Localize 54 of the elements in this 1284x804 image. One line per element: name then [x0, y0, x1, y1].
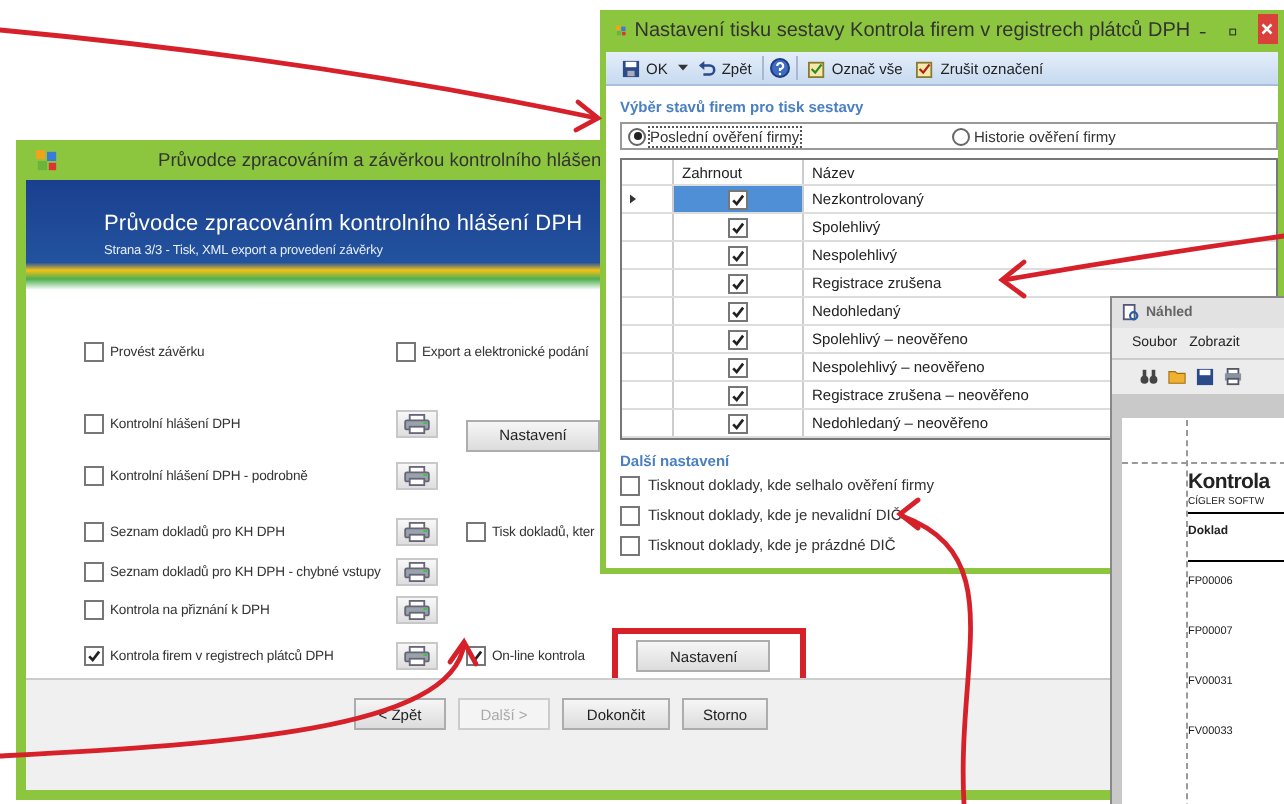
checkbox[interactable] — [728, 413, 748, 433]
checkbox[interactable] — [728, 189, 748, 209]
include-cell[interactable] — [674, 186, 804, 212]
magnifier-page-icon — [1122, 304, 1140, 322]
printer-icon — [404, 522, 430, 542]
report-title: Kontrola — [1188, 470, 1273, 494]
close-button[interactable] — [1257, 14, 1278, 44]
checkbox[interactable] — [728, 217, 748, 237]
checkbox[interactable] — [620, 535, 640, 555]
printer-icon[interactable] — [1224, 368, 1242, 386]
checkmark-icon — [86, 648, 102, 664]
checkbox[interactable] — [84, 342, 104, 362]
print-button[interactable] — [396, 642, 438, 670]
help-icon[interactable] — [769, 58, 790, 78]
folder-icon[interactable] — [1168, 368, 1186, 386]
print-button[interactable] — [396, 518, 438, 546]
print-button[interactable] — [396, 410, 438, 438]
row-pointer-icon — [630, 194, 636, 204]
checkbox[interactable] — [84, 522, 104, 542]
radio-button[interactable] — [952, 127, 970, 145]
print-button[interactable] — [396, 596, 438, 624]
checkbox[interactable] — [84, 414, 104, 434]
checkbox[interactable] — [728, 273, 748, 293]
checkbox[interactable] — [728, 385, 748, 405]
checkbox[interactable] — [728, 301, 748, 321]
checkbox[interactable] — [728, 245, 748, 265]
print-button[interactable] — [396, 558, 438, 586]
printer-icon — [404, 600, 430, 620]
checklist-icon — [807, 59, 826, 77]
checkbox[interactable] — [396, 342, 416, 362]
print-button[interactable] — [396, 462, 438, 490]
binoculars-icon[interactable] — [1140, 368, 1158, 386]
caret-icon[interactable] — [677, 64, 688, 72]
checkbox[interactable] — [84, 646, 104, 666]
close-icon — [1258, 20, 1277, 38]
checkbox[interactable] — [728, 329, 748, 349]
window-title: Průvodce zpracováním a závěrkou kontrolního hlášen — [158, 150, 602, 170]
radio-button[interactable] — [628, 127, 646, 145]
window-title: Nastavení tisku sestavy Kontrola firem v registrech plátců DPH — [634, 20, 1191, 42]
printer-icon — [404, 414, 430, 434]
checkbox[interactable] — [84, 562, 104, 582]
printer-icon — [404, 646, 430, 666]
checkbox[interactable] — [84, 466, 104, 486]
checkbox[interactable] — [728, 357, 748, 377]
banner-title: Průvodce zpracováním kontrolního hlášení DPH — [104, 212, 583, 236]
checkbox[interactable] — [620, 475, 640, 495]
app-logo-icon — [36, 149, 58, 171]
undo-icon — [697, 59, 716, 77]
checklist-icon — [916, 59, 935, 77]
printer-icon — [404, 562, 430, 582]
checkbox[interactable] — [620, 505, 640, 525]
checkbox[interactable] — [84, 600, 104, 620]
checkbox[interactable] — [466, 522, 486, 542]
printer-icon — [404, 466, 430, 486]
